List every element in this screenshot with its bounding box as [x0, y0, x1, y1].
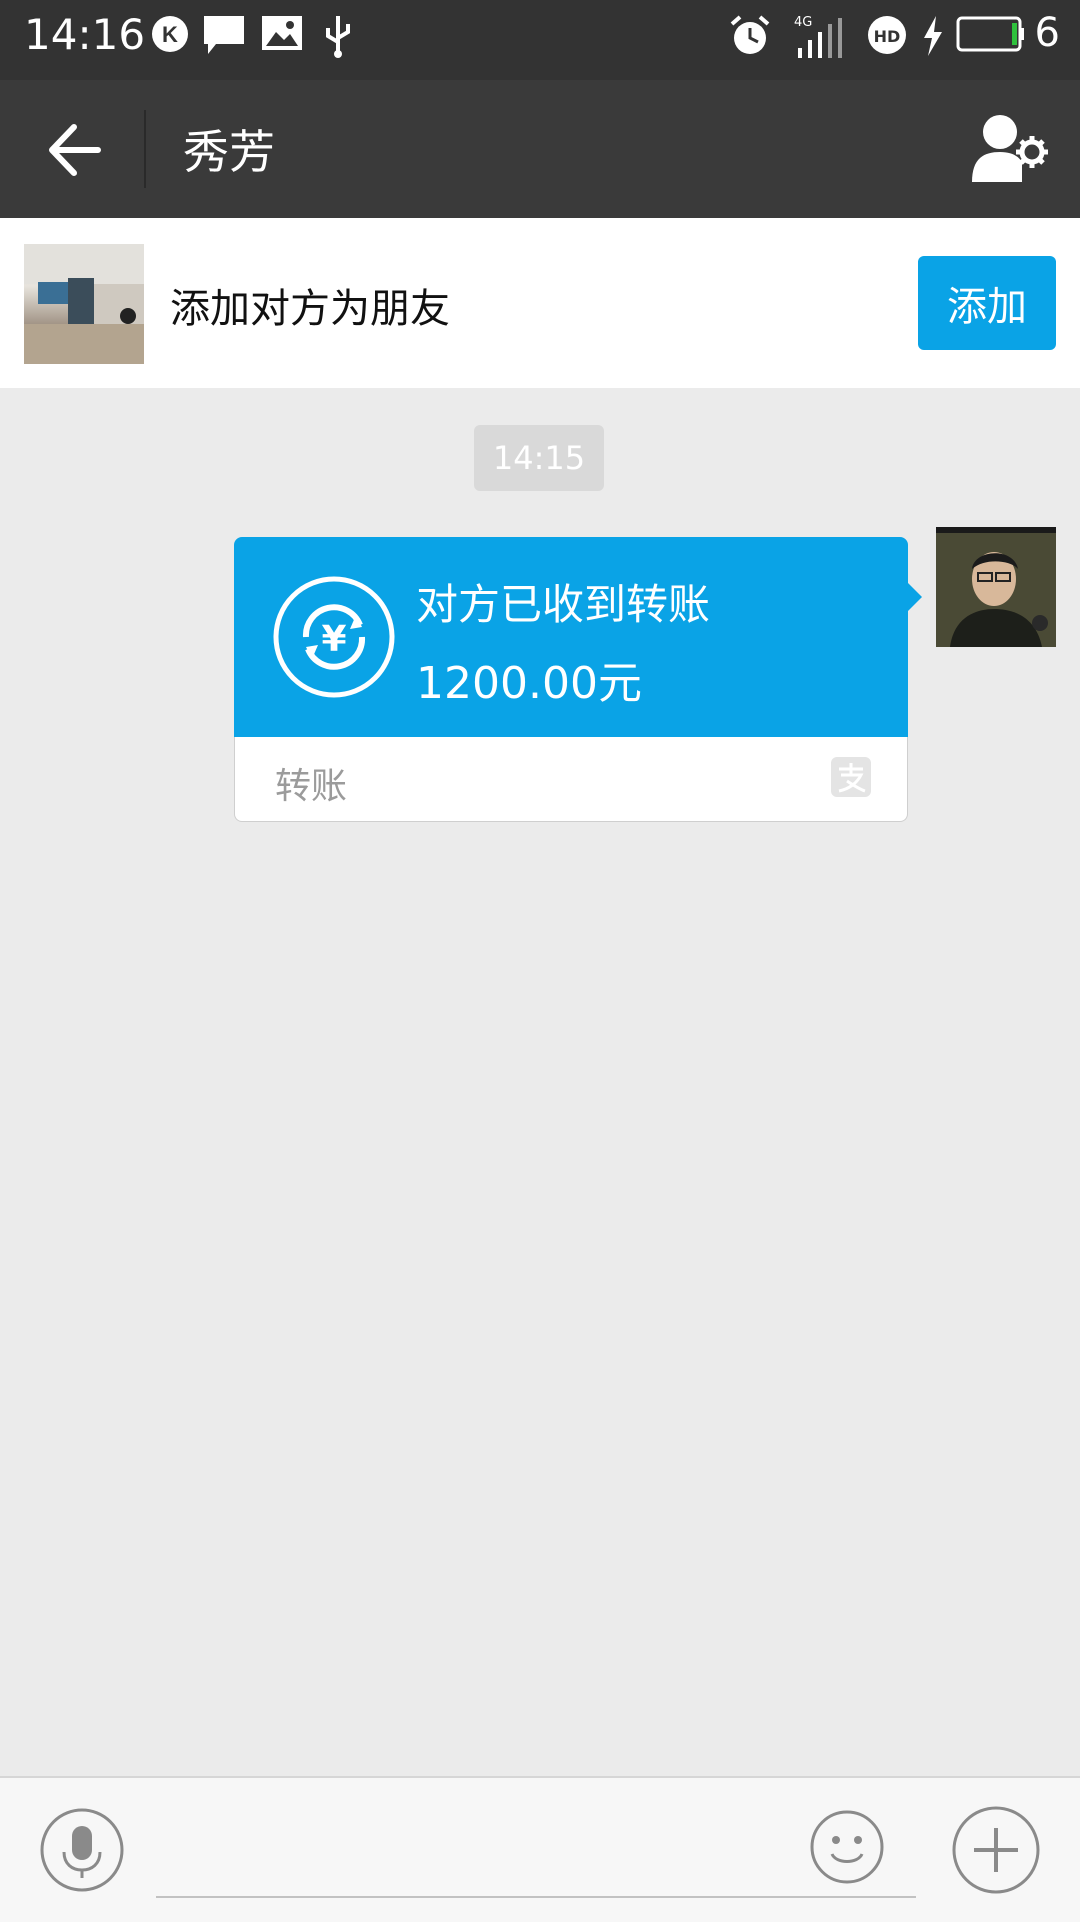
transfer-card-footer: 转账 [234, 737, 908, 822]
battery-level: 6 [1034, 10, 1060, 56]
svg-text:K: K [162, 22, 178, 47]
message-input[interactable] [156, 1808, 916, 1898]
transfer-status: 对方已收到转账 [416, 580, 711, 629]
charging-icon [924, 16, 942, 56]
add-friend-button[interactable]: 添加 [918, 256, 1056, 350]
hd-call-icon: HD [868, 16, 906, 54]
network-type: 4G [794, 15, 812, 30]
usb-icon [326, 16, 350, 58]
svg-text:HD: HD [874, 27, 901, 46]
transfer-message-card[interactable]: ¥ 对方已收到转账 1200.00元 转账 [234, 537, 922, 823]
my-avatar[interactable] [936, 527, 1056, 647]
k-app-icon: K [152, 16, 188, 52]
contact-avatar[interactable] [24, 244, 144, 364]
back-arrow-icon[interactable] [40, 115, 110, 185]
message-timestamp: 14:15 [474, 425, 604, 491]
emoji-icon[interactable] [810, 1810, 884, 1884]
nav-bar: 秀芳 [0, 80, 1080, 218]
user-settings-icon[interactable] [970, 112, 1050, 186]
microphone-icon[interactable] [40, 1808, 124, 1892]
alarm-icon [730, 15, 770, 54]
plus-icon[interactable] [952, 1806, 1040, 1894]
transfer-type-label: 转账 [275, 766, 348, 807]
chat-input-bar [0, 1776, 1080, 1922]
signal-4g-icon: 4G [794, 15, 842, 58]
add-friend-prompt: 添加对方为朋友 [170, 286, 450, 332]
add-friend-banner: 添加对方为朋友 添加 [0, 218, 1080, 388]
battery-icon [956, 16, 1024, 52]
image-icon [262, 16, 302, 50]
yuan-transfer-icon: ¥ [273, 576, 395, 698]
transfer-amount: 1200.00元 [416, 658, 642, 709]
svg-text:¥: ¥ [321, 619, 346, 660]
nav-divider [144, 110, 146, 188]
page-title: 秀芳 [183, 125, 275, 179]
bubble-tail [906, 581, 922, 613]
status-bar: 14:16 K 4G HD 6 [0, 0, 1080, 80]
message-icon [204, 16, 244, 54]
transfer-card-header: ¥ 对方已收到转账 1200.00元 [234, 537, 908, 737]
status-time: 14:16 [24, 10, 146, 59]
alipay-icon [831, 757, 871, 797]
